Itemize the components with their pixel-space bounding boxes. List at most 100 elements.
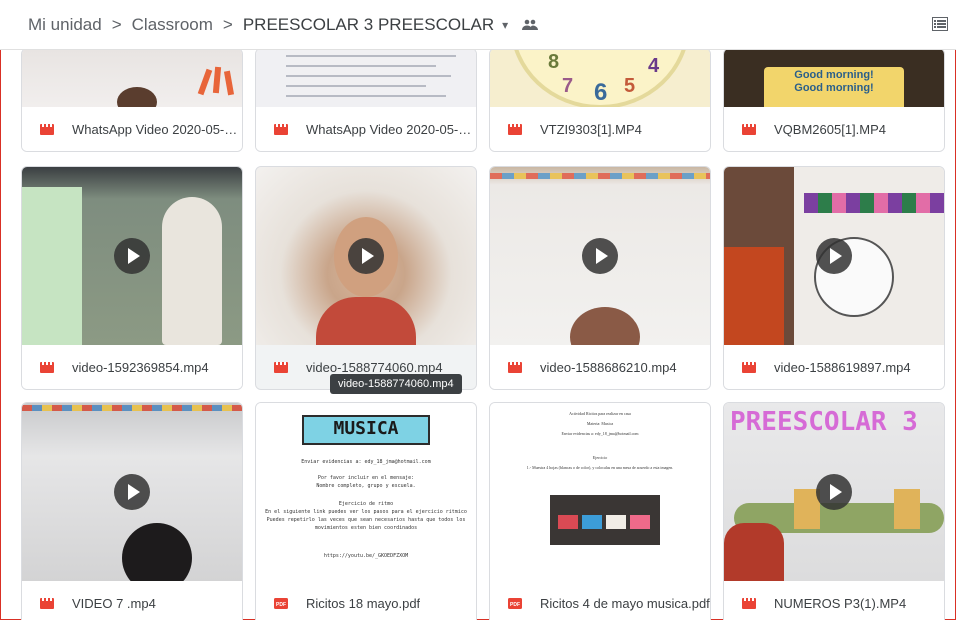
video-thumbnail: Good morning! Good morning! xyxy=(724,50,944,111)
svg-text:PDF: PDF xyxy=(510,602,520,608)
file-name-bar: WhatsApp Video 2020-05-18 ... xyxy=(256,107,476,151)
video-thumbnail xyxy=(490,167,710,345)
video-file-icon xyxy=(40,597,54,609)
pdf-line: 1.- Muestra 4 hojas (blancas o de color)… xyxy=(526,465,674,470)
pdf-line: Puedes repetirlo las veces que sean nece… xyxy=(266,517,466,523)
file-name: video-1588619897.mp4 xyxy=(774,359,911,375)
document-thumbnail xyxy=(256,50,476,111)
list-view-icon[interactable] xyxy=(932,17,948,36)
shared-folder-icon xyxy=(522,19,539,31)
file-name-bar: WhatsApp Video 2020-05-21 ... xyxy=(22,107,242,151)
breadcrumb-bar: Mi unidad > Classroom > PREESCOLAR 3 PRE… xyxy=(0,0,956,50)
file-name: WhatsApp Video 2020-05-21 ... xyxy=(72,121,242,137)
video-file-icon xyxy=(40,123,54,135)
file-name-bar: NUMEROS P3(1).MP4 xyxy=(724,581,944,620)
thumb-text: Good morning! xyxy=(794,82,874,94)
file-name-tooltip: video-1588774060.mp4 xyxy=(330,374,462,394)
file-name: video-1588686210.mp4 xyxy=(540,359,677,375)
video-thumbnail xyxy=(724,167,944,345)
pdf-file-icon: PDF xyxy=(508,597,522,609)
file-name-bar: video-1588686210.mp4 xyxy=(490,345,710,389)
pdf-line: Por favor incluir en el mensaje: xyxy=(317,475,415,481)
video-file-icon xyxy=(274,123,288,135)
breadcrumb-root[interactable]: Mi unidad xyxy=(28,15,102,35)
pdf-line: En el siguiente link puedes ver los paso… xyxy=(265,509,467,515)
breadcrumb-separator: > xyxy=(111,14,122,34)
pdf-line: Enviar evidencias a: edy_18_jma@hotmail.… xyxy=(301,459,431,465)
clock-digit: 8 xyxy=(548,51,560,73)
file-name-bar: VIDEO 7 .mp4 xyxy=(22,581,242,620)
video-thumbnail xyxy=(22,403,242,581)
file-card[interactable]: VIDEO 7 .mp4 xyxy=(21,402,243,620)
pdf-line: https://youtu.be/_GKOEDFZXOM xyxy=(323,553,409,559)
pdf-line: Ejercicio de ritmo xyxy=(338,501,394,507)
pdf-line: Materia: Musica xyxy=(586,421,614,426)
breadcrumb-classroom[interactable]: Classroom xyxy=(132,15,213,35)
video-thumbnail: 8 7 6 5 4 xyxy=(490,50,710,111)
file-card[interactable]: video-1588619897.mp4 xyxy=(723,166,945,390)
pdf-line: Ejercicio xyxy=(592,455,608,460)
breadcrumb-current-folder[interactable]: PREESCOLAR 3 PREESCOLAR xyxy=(243,15,494,35)
breadcrumb-separator: > xyxy=(222,14,233,34)
photo xyxy=(550,495,660,545)
file-card[interactable]: Actividad Ricitos para realizar en casa … xyxy=(489,402,711,620)
file-name: VQBM2605[1].MP4 xyxy=(774,121,886,137)
file-name: video-1588774060.mp4 xyxy=(306,359,443,375)
video-file-icon xyxy=(742,597,756,609)
file-card[interactable]: Good morning! Good morning! VQBM2605[1].… xyxy=(723,50,945,152)
pdf-line: Enviar evidencias a: edy_18_jma@hotmail.… xyxy=(561,431,639,436)
video-file-icon xyxy=(274,361,288,373)
thumb-title: MUSICA xyxy=(333,418,399,439)
file-name: Ricitos 18 mayo.pdf xyxy=(306,595,421,611)
video-file-icon xyxy=(742,123,756,135)
file-name: VIDEO 7 .mp4 xyxy=(72,595,156,611)
file-card[interactable]: PREESCOLAR 3 NUMEROS P3(1).MP4 xyxy=(723,402,945,620)
pdf-line: movimientos esten bien coordinados xyxy=(314,525,418,531)
file-card[interactable]: MUSICA Enviar evidencias a: edy_18_jma@h… xyxy=(255,402,477,620)
file-name-bar: PDF Ricitos 4 de mayo musica.pdf xyxy=(490,581,710,620)
file-card[interactable]: video-1592369854.mp4 xyxy=(21,166,243,390)
video-thumbnail xyxy=(22,167,242,345)
file-name: WhatsApp Video 2020-05-18 ... xyxy=(306,121,476,137)
pdf-file-icon: PDF xyxy=(274,597,288,609)
clock-digit: 4 xyxy=(648,55,660,77)
play-icon[interactable] xyxy=(582,238,618,274)
thumb-text: Good morning! xyxy=(794,69,874,81)
video-thumbnail: PREESCOLAR 3 xyxy=(724,403,944,581)
clock-digit: 5 xyxy=(624,75,636,97)
pdf-line: Nombre completo, grupo y escuela. xyxy=(316,483,416,489)
file-name-bar: VTZI9303[1].MP4 xyxy=(490,107,710,151)
video-thumbnail xyxy=(256,167,476,345)
file-name-bar: PDF Ricitos 18 mayo.pdf xyxy=(256,581,476,620)
video-file-icon xyxy=(40,361,54,373)
chevron-down-icon[interactable]: ▾ xyxy=(502,18,508,32)
file-card[interactable]: video-1588774060.mp4 xyxy=(255,166,477,390)
file-name-bar: video-1592369854.mp4 xyxy=(22,345,242,389)
video-file-icon xyxy=(508,123,522,135)
thumb-title: PREESCOLAR 3 xyxy=(730,407,918,437)
pdf-thumbnail: MUSICA Enviar evidencias a: edy_18_jma@h… xyxy=(256,403,476,581)
play-icon[interactable] xyxy=(348,238,384,274)
file-name: VTZI9303[1].MP4 xyxy=(540,121,642,137)
pdf-thumbnail: Actividad Ricitos para realizar en casa … xyxy=(490,403,710,581)
svg-text:PDF: PDF xyxy=(276,602,286,608)
video-file-icon xyxy=(742,361,756,373)
pdf-line: Actividad Ricitos para realizar en casa xyxy=(569,411,631,416)
file-card[interactable]: WhatsApp Video 2020-05-21 ... xyxy=(21,50,243,152)
clock-digit: 7 xyxy=(562,75,574,97)
video-file-icon xyxy=(508,361,522,373)
video-thumbnail xyxy=(22,50,242,111)
play-icon[interactable] xyxy=(816,474,852,510)
file-card[interactable]: WhatsApp Video 2020-05-18 ... xyxy=(255,50,477,152)
play-icon[interactable] xyxy=(114,238,150,274)
file-name-bar: video-1588619897.mp4 xyxy=(724,345,944,389)
file-name: NUMEROS P3(1).MP4 xyxy=(774,595,907,611)
play-icon[interactable] xyxy=(114,474,150,510)
file-card[interactable]: 8 7 6 5 4 VTZI9303[1].MP4 xyxy=(489,50,711,152)
file-name-bar: VQBM2605[1].MP4 xyxy=(724,107,944,151)
file-grid: WhatsApp Video 2020-05-21 ... WhatsApp V… xyxy=(21,50,947,620)
clock-digit: 6 xyxy=(594,79,608,106)
file-name: video-1592369854.mp4 xyxy=(72,359,209,375)
file-card[interactable]: video-1588686210.mp4 xyxy=(489,166,711,390)
play-icon[interactable] xyxy=(816,238,852,274)
